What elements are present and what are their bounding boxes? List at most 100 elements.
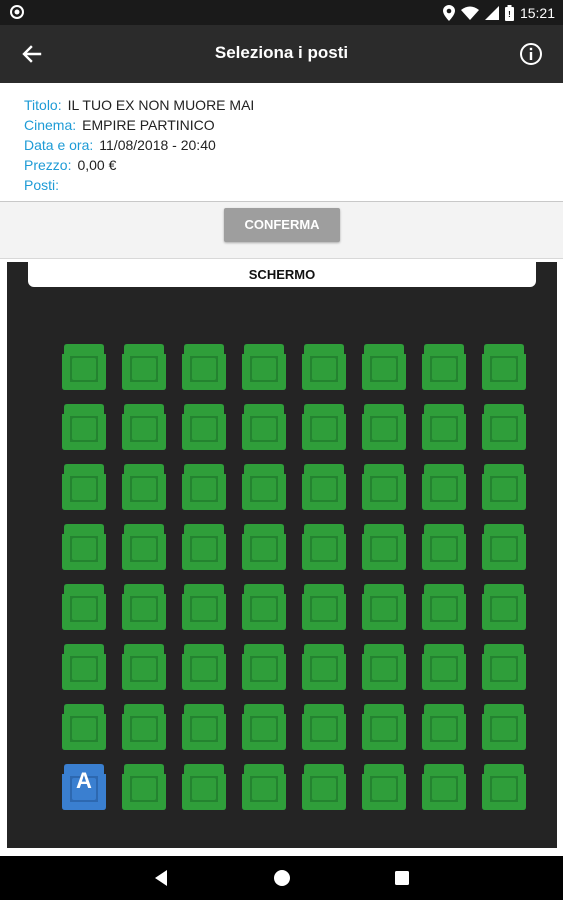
seat[interactable] — [240, 342, 288, 392]
seat-icon — [182, 764, 226, 810]
seat[interactable]: A — [60, 762, 108, 812]
detail-cinema: Cinema: EMPIRE PARTINICO — [24, 115, 215, 135]
seat[interactable] — [420, 582, 468, 632]
seat[interactable] — [120, 642, 168, 692]
seat[interactable] — [360, 462, 408, 512]
seat[interactable] — [240, 762, 288, 812]
seat[interactable] — [120, 402, 168, 452]
seat[interactable] — [300, 642, 348, 692]
confirm-bar: CONFERMA — [0, 202, 563, 259]
detail-datetime-label: Data e ora: — [24, 137, 94, 153]
seat-icon — [182, 344, 226, 390]
seat[interactable] — [480, 342, 528, 392]
seat[interactable] — [120, 462, 168, 512]
seat-icon — [122, 344, 166, 390]
seat-icon — [122, 644, 166, 690]
seat-icon — [302, 764, 346, 810]
seat-icon — [362, 344, 406, 390]
seat[interactable] — [360, 702, 408, 752]
seat[interactable] — [420, 462, 468, 512]
seat[interactable] — [60, 342, 108, 392]
info-icon[interactable] — [517, 40, 545, 68]
seat[interactable] — [60, 462, 108, 512]
seat[interactable] — [420, 342, 468, 392]
seat[interactable] — [240, 462, 288, 512]
seat[interactable] — [480, 402, 528, 452]
seat[interactable] — [300, 522, 348, 572]
seat[interactable] — [300, 702, 348, 752]
seat[interactable] — [480, 522, 528, 572]
seat[interactable] — [240, 702, 288, 752]
seat[interactable] — [300, 462, 348, 512]
seat[interactable] — [420, 522, 468, 572]
seat[interactable] — [240, 402, 288, 452]
seat[interactable] — [300, 762, 348, 812]
seat[interactable] — [480, 642, 528, 692]
seat[interactable] — [180, 402, 228, 452]
seat[interactable] — [240, 582, 288, 632]
seat[interactable] — [480, 702, 528, 752]
seat-icon — [422, 464, 466, 510]
seat-icon — [182, 644, 226, 690]
seat[interactable] — [120, 342, 168, 392]
seat[interactable] — [420, 402, 468, 452]
seat[interactable] — [360, 642, 408, 692]
seat[interactable] — [120, 582, 168, 632]
seat[interactable] — [360, 762, 408, 812]
seat[interactable] — [60, 702, 108, 752]
seat[interactable] — [180, 342, 228, 392]
seat[interactable] — [60, 642, 108, 692]
seat[interactable] — [480, 462, 528, 512]
seat-icon — [482, 404, 526, 450]
nav-home-icon[interactable] — [270, 866, 294, 890]
seat[interactable] — [360, 522, 408, 572]
seat-map: SCHERMO A — [7, 262, 557, 848]
seat-icon — [302, 644, 346, 690]
seat-icon — [422, 704, 466, 750]
seat-icon — [242, 524, 286, 570]
seat[interactable] — [300, 402, 348, 452]
seat[interactable] — [420, 762, 468, 812]
seat-icon — [242, 584, 286, 630]
detail-datetime: Data e ora: 11/08/2018 - 20:40 — [24, 135, 216, 155]
seat[interactable] — [180, 582, 228, 632]
nav-back-icon[interactable] — [150, 866, 174, 890]
seat-icon — [122, 704, 166, 750]
seat-icon — [182, 704, 226, 750]
seat[interactable] — [420, 702, 468, 752]
status-bar: ! 15:21 — [0, 0, 563, 25]
seat-icon — [482, 584, 526, 630]
seat[interactable] — [180, 642, 228, 692]
seat[interactable] — [180, 522, 228, 572]
seat-icon — [302, 344, 346, 390]
seat[interactable] — [300, 582, 348, 632]
confirm-button[interactable]: CONFERMA — [224, 208, 340, 242]
seat-icon — [242, 464, 286, 510]
nav-recents-icon[interactable] — [390, 866, 414, 890]
seat[interactable] — [300, 342, 348, 392]
battery-icon: ! — [504, 4, 514, 21]
seat[interactable] — [120, 522, 168, 572]
seat[interactable] — [120, 702, 168, 752]
cinema-screen: SCHERMO — [28, 262, 536, 287]
seat[interactable] — [60, 582, 108, 632]
seat[interactable] — [180, 462, 228, 512]
seat[interactable] — [480, 762, 528, 812]
seat[interactable] — [480, 582, 528, 632]
seat-icon — [422, 764, 466, 810]
seat[interactable] — [180, 762, 228, 812]
seat[interactable] — [360, 582, 408, 632]
seat-icon — [422, 644, 466, 690]
detail-price: Prezzo: 0,00 € — [24, 155, 116, 175]
seat[interactable] — [420, 642, 468, 692]
seat[interactable] — [240, 522, 288, 572]
seat[interactable] — [180, 702, 228, 752]
seat-icon — [182, 404, 226, 450]
seat[interactable] — [240, 642, 288, 692]
seat[interactable] — [60, 402, 108, 452]
seat-icon — [482, 524, 526, 570]
seat[interactable] — [120, 762, 168, 812]
seat[interactable] — [360, 402, 408, 452]
seat[interactable] — [360, 342, 408, 392]
seat[interactable] — [60, 522, 108, 572]
